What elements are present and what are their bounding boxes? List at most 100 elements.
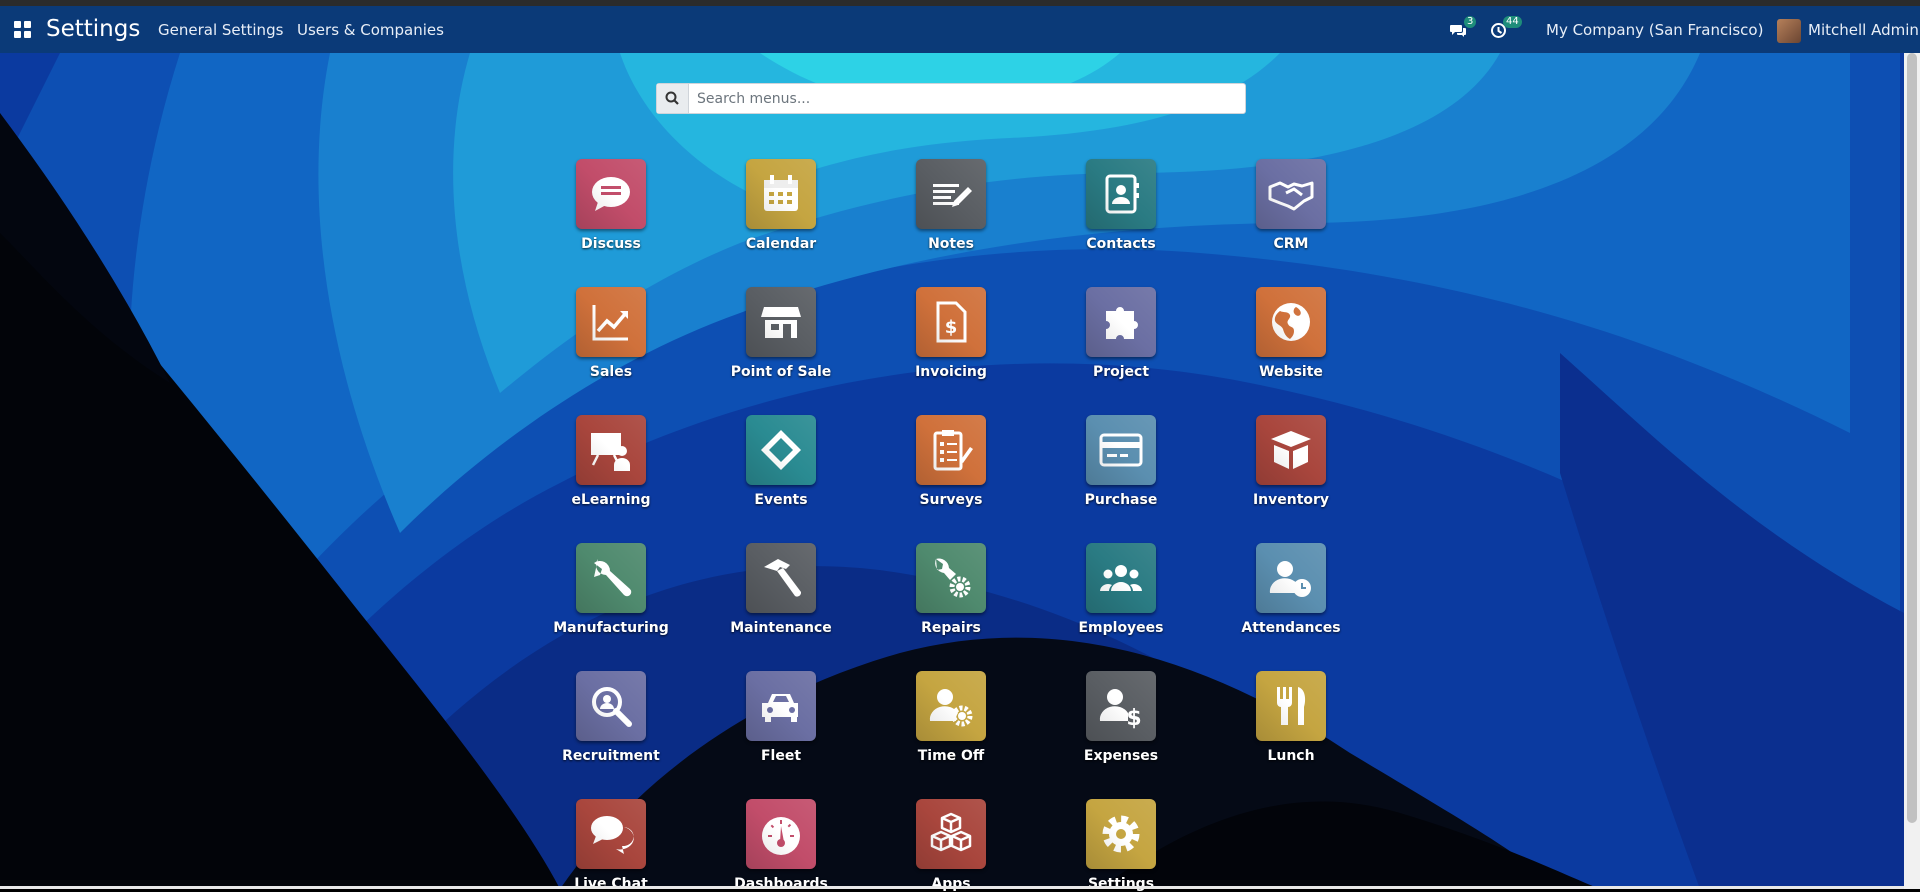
notes-icon: [933, 184, 972, 207]
contact-book-icon: [1105, 174, 1139, 214]
app-sales[interactable]: Sales: [536, 287, 686, 380]
top-navbar: Settings General Settings Users & Compan…: [0, 6, 1920, 53]
app-recruitment[interactable]: Recruitment: [536, 671, 686, 764]
app-label: Attendances: [1241, 620, 1341, 636]
svg-text:$: $: [1126, 706, 1141, 729]
app-tile: [1256, 159, 1326, 229]
app-tile: [916, 671, 986, 741]
app-purchase[interactable]: Purchase: [1046, 415, 1196, 508]
cubes-icon: [930, 812, 972, 852]
app-label: Notes: [928, 236, 974, 252]
current-app-title[interactable]: Settings: [46, 16, 140, 42]
app-maintenance[interactable]: Maintenance: [706, 543, 856, 636]
teacher-icon: [591, 433, 630, 471]
app-manufacturing[interactable]: Manufacturing: [536, 543, 686, 636]
user-avatar[interactable]: [1777, 19, 1801, 43]
app-point-of-sale[interactable]: Point of Sale: [706, 287, 856, 380]
user-dollar-icon: $: [1099, 689, 1142, 729]
menu-users-companies[interactable]: Users & Companies: [297, 21, 444, 39]
app-tile: [746, 671, 816, 741]
app-tile: [746, 799, 816, 869]
ticket-icon: [761, 430, 801, 470]
cutlery-icon: [1277, 687, 1306, 725]
app-apps[interactable]: Apps: [876, 799, 1026, 892]
app-label: Website: [1259, 364, 1323, 380]
scrollbar-thumb[interactable]: [1907, 53, 1917, 823]
wrench-gear-icon: [935, 558, 971, 598]
gear-icon: [1102, 815, 1140, 853]
app-repairs[interactable]: Repairs: [876, 543, 1026, 636]
app-lunch[interactable]: Lunch: [1216, 671, 1366, 764]
app-settings[interactable]: Settings: [1046, 799, 1196, 892]
app-invoicing[interactable]: $ Invoicing: [876, 287, 1026, 380]
app-label: CRM: [1273, 236, 1309, 252]
app-label: Events: [754, 492, 808, 508]
app-tile: [1256, 543, 1326, 613]
app-tile: $: [1086, 671, 1156, 741]
search-menus-box: [656, 83, 1246, 114]
user-gear-icon: [929, 689, 973, 727]
app-label: Apps: [931, 876, 971, 892]
chat-bubbles-icon: [591, 816, 634, 854]
chat-icon: [592, 177, 630, 211]
app-time-off[interactable]: Time Off: [876, 671, 1026, 764]
handshake-icon: [1268, 181, 1314, 211]
app-label: Expenses: [1083, 748, 1159, 764]
app-label: Dashboards: [734, 876, 828, 892]
app-tile: [746, 543, 816, 613]
app-website[interactable]: Website: [1216, 287, 1366, 380]
app-employees[interactable]: Employees: [1046, 543, 1196, 636]
user-menu[interactable]: Mitchell Admin: [1808, 21, 1919, 39]
app-tile: [1086, 159, 1156, 229]
app-tile: [916, 415, 986, 485]
app-discuss[interactable]: Discuss: [536, 159, 686, 252]
app-label: Recruitment: [562, 748, 660, 764]
app-expenses[interactable]: $ Expenses: [1046, 671, 1196, 764]
box-icon: [1271, 431, 1311, 469]
magnifier-icon: [592, 687, 632, 727]
app-tile: [916, 799, 986, 869]
app-elearning[interactable]: eLearning: [536, 415, 686, 508]
app-tile: [1256, 671, 1326, 741]
app-inventory[interactable]: Inventory: [1216, 415, 1366, 508]
app-tile: [576, 415, 646, 485]
app-label: Manufacturing: [553, 620, 669, 636]
app-label: Discuss: [581, 236, 641, 252]
app-dashboards[interactable]: Dashboards: [706, 799, 856, 892]
calendar-icon: [764, 175, 798, 211]
app-label: Invoicing: [915, 364, 987, 380]
vertical-scrollbar[interactable]: [1904, 53, 1920, 889]
app-label: Contacts: [1086, 236, 1156, 252]
user-clock-icon: [1269, 561, 1311, 597]
store-icon: [761, 307, 801, 338]
search-icon: [657, 84, 689, 113]
app-label: Settings: [1087, 876, 1155, 892]
app-surveys[interactable]: Surveys: [876, 415, 1026, 508]
app-tile: [1086, 287, 1156, 357]
app-contacts[interactable]: Contacts: [1046, 159, 1196, 252]
app-label: Calendar: [745, 236, 817, 252]
app-label: Inventory: [1252, 492, 1330, 508]
gauge-icon: [762, 817, 800, 855]
app-live-chat[interactable]: Live Chat: [536, 799, 686, 892]
menu-general-settings[interactable]: General Settings: [158, 21, 283, 39]
app-notes[interactable]: Notes: [876, 159, 1026, 252]
app-label: Time Off: [917, 748, 985, 764]
app-label: Project: [1092, 364, 1150, 380]
app-tile: [576, 671, 646, 741]
search-menus-input[interactable]: [695, 88, 1239, 110]
company-switcher[interactable]: My Company (San Francisco): [1546, 21, 1763, 39]
app-project[interactable]: Project: [1046, 287, 1196, 380]
app-tile: [746, 287, 816, 357]
app-events[interactable]: Events: [706, 415, 856, 508]
app-tile: [576, 543, 646, 613]
app-label: Employees: [1078, 620, 1164, 636]
app-switcher-grid-icon[interactable]: [14, 21, 32, 38]
app-fleet[interactable]: Fleet: [706, 671, 856, 764]
chart-line-icon: [592, 305, 628, 341]
app-calendar[interactable]: Calendar: [706, 159, 856, 252]
invoice-icon: $: [936, 301, 967, 343]
app-attendances[interactable]: Attendances: [1216, 543, 1366, 636]
app-tile: $: [916, 287, 986, 357]
app-crm[interactable]: CRM: [1216, 159, 1366, 252]
